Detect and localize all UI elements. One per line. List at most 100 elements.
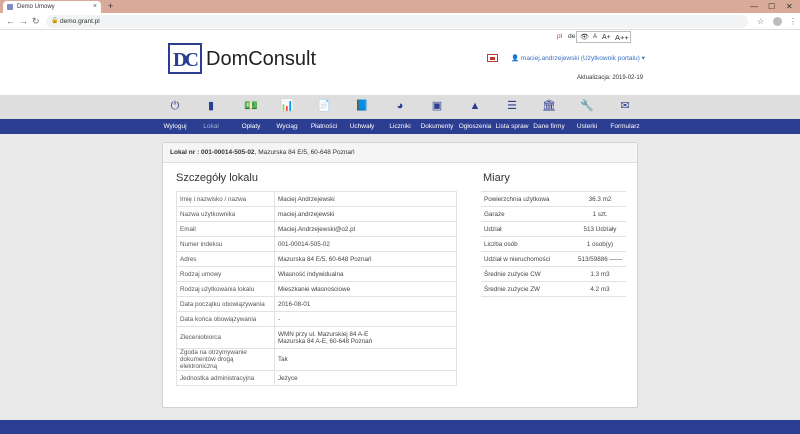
details-value-text: Mazurska 84 E/5, 60-648 Poznań: [278, 255, 372, 263]
lokal-panel: Lokal nr : 001-00014-505-02, Mazurska 84…: [162, 142, 638, 408]
site-header: DC DomConsult pl de 👁 A A+ A++ 👤 maciej.…: [0, 30, 800, 95]
details-key: Zgoda na otrzymywanie dokumentów drogą el…: [176, 348, 275, 371]
details-key: Rodzaj umowy: [176, 266, 275, 282]
details-key: Nazwa użytkownika: [176, 206, 275, 222]
details-key-text: Data końca obowiązywania: [180, 315, 257, 323]
bank-icon[interactable]: 🏛: [540, 98, 558, 114]
miary-key: Średnie zużycie ZW: [481, 281, 574, 297]
envelope-icon[interactable]: ✉: [616, 98, 634, 114]
details-value-text: 001-00014-505-02: [278, 240, 330, 248]
browser-tab[interactable]: Demo Umowy ×: [3, 1, 101, 13]
main-menu: Wyloguj Lokal Opłaty Wyciąg Płatności Uchwały…: [0, 119, 800, 134]
details-key: Data końca obowiązywania: [176, 311, 275, 327]
update-date: Aktualizacja: 2019-02-19: [577, 75, 644, 81]
details-key: Adres: [176, 251, 275, 267]
details-value-text-line2: Mazurska 84 A-E, 60-648 Poznań: [278, 337, 373, 345]
browser-menu-icon[interactable]: ⋮: [789, 15, 797, 28]
details-value-text: Własność indywidualna: [278, 270, 344, 278]
warning-icon[interactable]: ▲: [466, 98, 484, 114]
details-value: Mazurska 84 E/5, 60-648 Poznań: [274, 251, 457, 267]
file-icon[interactable]: 📄: [315, 98, 333, 114]
back-icon[interactable]: ←: [6, 15, 15, 28]
details-key: Numer indeksu: [176, 236, 275, 252]
details-key-text: Imię i nazwisko / nazwa: [180, 195, 247, 203]
url-field[interactable]: 🔒 demo.grant.pl: [46, 15, 748, 28]
lokal-address: Mazurska 84 E/5, 60-648 Poznań: [258, 149, 355, 156]
details-value: maciej.andrzejewski: [274, 206, 457, 222]
details-key-text: Rodzaj użytkowania lokalu: [180, 285, 255, 293]
details-value: Maciej.Andrzejewski@o2.pl: [274, 221, 457, 237]
details-value: Tak: [274, 348, 457, 371]
miary-row: Udział w nieruchomości 513/59886 ——: [481, 251, 626, 267]
tab-close-icon[interactable]: ×: [93, 1, 97, 13]
profile-avatar[interactable]: [773, 17, 782, 26]
details-value: Mieszkanie własnościowe: [274, 281, 457, 297]
details-value: Jeżyce: [274, 370, 457, 386]
details-key: Rodzaj użytkowania lokalu: [176, 281, 275, 297]
details-key: Jednostka administracyjna: [176, 370, 275, 386]
details-value: Maciej Andrzejewski: [274, 191, 457, 207]
url-text: demo.grant.pl: [60, 18, 100, 25]
bookmark-star-icon[interactable]: ☆: [757, 15, 764, 28]
details-key-text: Zgoda na otrzymywanie: [180, 349, 247, 356]
font-small-button[interactable]: A: [593, 32, 597, 43]
book-icon[interactable]: 📘: [353, 98, 371, 114]
details-key-text: Rodzaj umowy: [180, 270, 222, 278]
power-icon[interactable]: ⏻: [166, 98, 184, 114]
miary-row: Udział 513 Udziały: [481, 221, 626, 237]
details-value: WMN przy ul. Mazurskiej 84 A-E Mazurska 8…: [274, 326, 457, 349]
details-key: Data początku obowiązywania: [176, 296, 275, 312]
details-key-text: Data początku obowiązywania: [180, 300, 265, 308]
forward-icon[interactable]: →: [19, 15, 28, 28]
logo-mark: DC: [168, 43, 202, 74]
user-menu[interactable]: 👤 maciej.andrzejewski (Użytkownik portal…: [511, 54, 645, 63]
details-value-text: WMN przy ul. Mazurskiej 84 A-E: [278, 330, 369, 338]
miary-value: 4.2 m3: [574, 281, 626, 297]
miary-value: 1.3 m3: [574, 266, 626, 282]
minimize-button[interactable]: —: [750, 0, 758, 13]
details-key-text-line2: dokumentów drogą elektroniczną: [180, 356, 234, 370]
accessibility-toolbar: 👁 A A+ A++: [576, 31, 631, 43]
details-value: -: [274, 311, 457, 327]
close-window-button[interactable]: ✕: [786, 0, 793, 13]
new-tab-button[interactable]: +: [108, 0, 113, 13]
maximize-button[interactable]: ☐: [768, 0, 775, 13]
logo-mark-text: DC: [173, 49, 199, 71]
details-row: Rodzaj użytkowania lokalu Mieszkanie włas…: [176, 281, 457, 297]
list-icon[interactable]: ☰: [503, 98, 521, 114]
details-key-text: Email: [180, 225, 196, 233]
wrench-icon[interactable]: 🔧: [578, 98, 596, 114]
money-icon[interactable]: 💵: [242, 98, 260, 114]
miary-table: Powierzchnia użytkowa 36.3 m2 Garaże 1 szt.…: [481, 191, 626, 297]
miary-key: Średnie zużycie CW: [481, 266, 574, 282]
details-title: Szczegóły lokalu: [176, 172, 258, 184]
menu-item-13[interactable]: Formularz: [600, 119, 650, 134]
document-icon[interactable]: ▮: [202, 98, 220, 114]
details-key: Zleceniobiorca: [176, 326, 275, 349]
flag-icon[interactable]: [487, 54, 498, 62]
details-row: Data końca obowiązywania -: [176, 311, 457, 327]
lang-de-link[interactable]: de: [568, 32, 575, 42]
gauge-icon[interactable]: ◕: [391, 98, 409, 114]
details-key-text: Nazwa użytkownika: [180, 210, 236, 218]
archive-icon[interactable]: ▣: [428, 98, 446, 114]
miary-value: 513/59886 ——: [574, 251, 626, 267]
bar-chart-icon[interactable]: 📊: [278, 98, 296, 114]
miary-value: 513 Udziały: [574, 221, 626, 237]
high-contrast-icon[interactable]: 👁: [580, 32, 589, 43]
browser-tab-bar: Demo Umowy × + — ☐ ✕: [0, 0, 800, 13]
lang-pl-link[interactable]: pl: [557, 32, 562, 42]
font-medium-button[interactable]: A+: [602, 32, 611, 43]
details-row: Rodzaj umowy Własność indywidualna: [176, 266, 457, 282]
miary-key: Garaże: [481, 206, 574, 222]
details-row: Nazwa użytkownika maciej.andrzejewski: [176, 206, 457, 222]
font-large-button[interactable]: A++: [615, 32, 629, 43]
miary-row: Liczba osób 1 osob(y): [481, 236, 626, 252]
details-value-text: 2016-08-01: [278, 300, 311, 308]
details-row: Email Maciej.Andrzejewski@o2.pl: [176, 221, 457, 237]
details-value-text: Jeżyce: [278, 374, 298, 382]
details-row: Imię i nazwisko / nazwa Maciej Andrzejews…: [176, 191, 457, 207]
reload-icon[interactable]: ↻: [32, 15, 40, 28]
miary-key: Powierzchnia użytkowa: [481, 191, 574, 207]
logo[interactable]: DC DomConsult: [168, 43, 318, 75]
